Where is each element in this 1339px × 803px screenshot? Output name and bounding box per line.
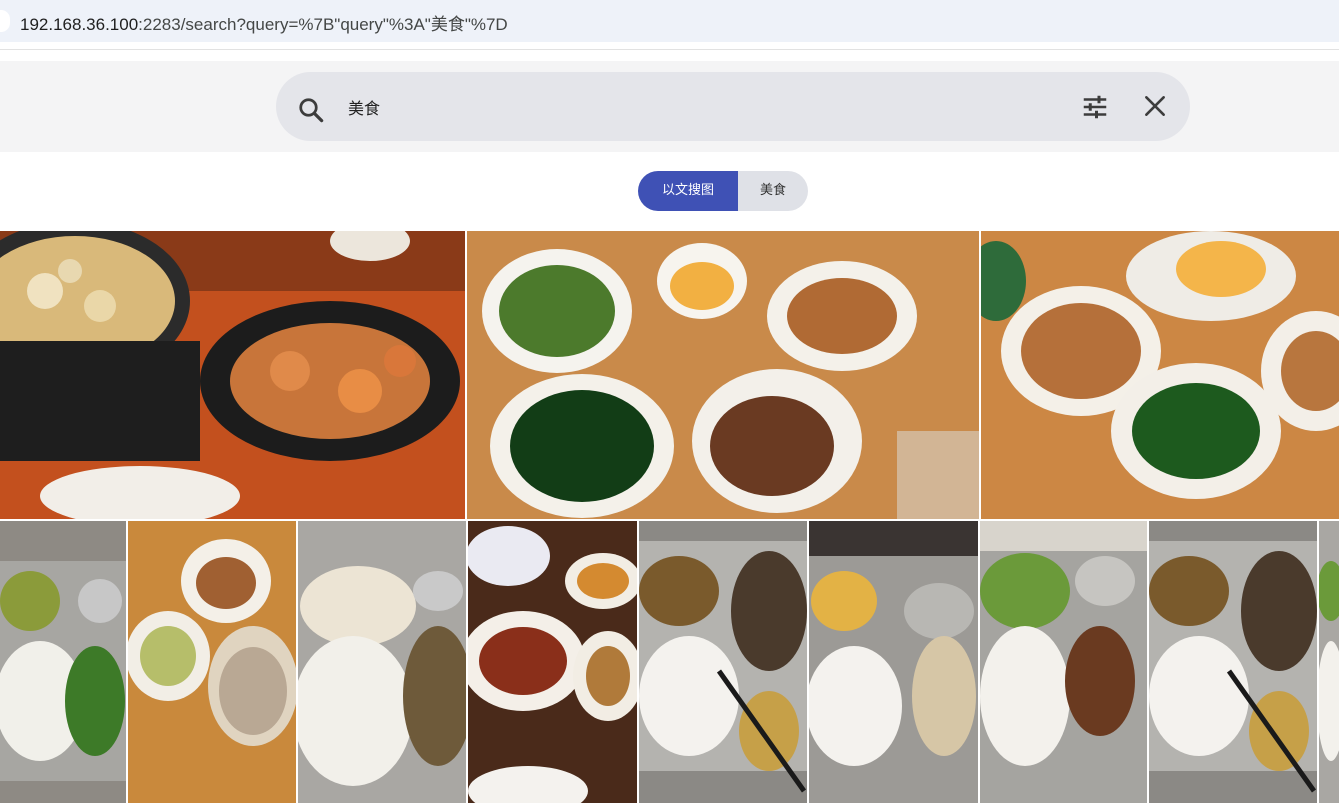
result-photo[interactable] [809, 521, 978, 803]
result-photo[interactable] [1319, 521, 1339, 803]
result-photo[interactable] [128, 521, 296, 803]
url-path: :2283/search?query=%7B"query"%3A"美食"%7D [138, 15, 508, 34]
result-photo[interactable] [467, 231, 979, 519]
result-photo[interactable] [980, 521, 1147, 803]
site-info-icon[interactable] [0, 10, 10, 32]
result-photo[interactable] [0, 521, 126, 803]
close-icon[interactable] [1142, 93, 1168, 119]
url-host: 192.168.36.100 [20, 15, 139, 34]
search-filter-chips: 以文搜图 美食 [638, 171, 808, 211]
result-photo[interactable] [468, 521, 637, 803]
divider [0, 49, 1339, 50]
address-url[interactable]: 192.168.36.100:2283/search?query=%7B"que… [20, 10, 508, 35]
search-icon[interactable] [296, 95, 326, 125]
result-photo[interactable] [639, 521, 807, 803]
result-photo[interactable] [298, 521, 466, 803]
filter-icon[interactable] [1080, 92, 1110, 122]
result-photo[interactable] [981, 231, 1339, 519]
browser-address-bar[interactable]: 192.168.36.100:2283/search?query=%7B"que… [0, 0, 1339, 42]
search-input[interactable] [348, 94, 1048, 120]
result-photo[interactable] [0, 231, 465, 519]
search-term-chip[interactable]: 美食 [738, 171, 808, 211]
result-photo[interactable] [1149, 521, 1317, 803]
search-type-chip[interactable]: 以文搜图 [638, 171, 738, 211]
